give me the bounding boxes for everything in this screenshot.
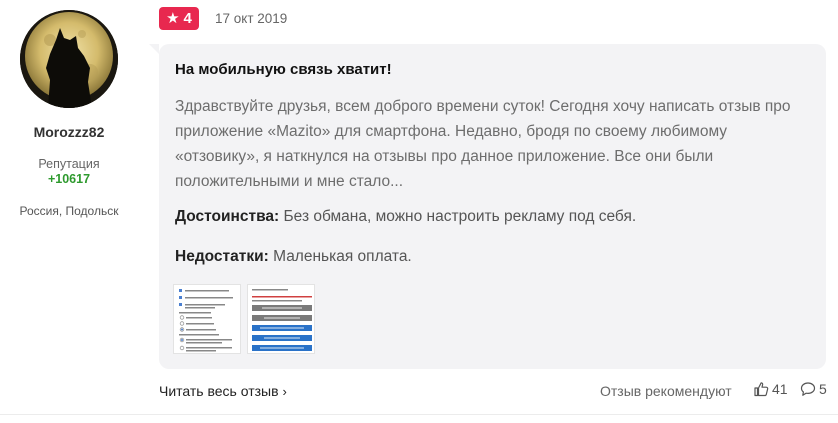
review-cons: Недостатки: Маленькая оплата. xyxy=(175,248,805,266)
cons-label: Недостатки: xyxy=(175,248,269,265)
review-pros: Достоинства: Без обмана, можно настроить… xyxy=(175,208,805,226)
divider xyxy=(0,414,838,415)
reputation-label: Репутация xyxy=(38,157,100,171)
review-photo-thumbnail[interactable] xyxy=(247,284,315,354)
review-excerpt: Здравствуйте друзья, всем доброго времен… xyxy=(175,98,791,190)
review-title[interactable]: На мобильную связь хватит! xyxy=(175,61,392,78)
author-name[interactable]: Morozzz82 xyxy=(0,124,138,140)
author-location: Россия, Подольск xyxy=(19,204,119,218)
avatar[interactable] xyxy=(20,10,118,108)
review-card: На мобильную связь хватит! Здравствуйте … xyxy=(149,44,826,369)
recommend-label: Отзыв рекомендуют xyxy=(600,383,732,399)
speech-bubble-icon xyxy=(800,382,816,396)
review-date: 17 окт 2019 xyxy=(215,11,288,26)
like-button[interactable]: 41 xyxy=(753,381,788,397)
thumbs-up-icon xyxy=(754,382,769,397)
settings-screenshot-image xyxy=(174,285,240,353)
chevron-right-icon: › xyxy=(282,384,287,399)
review-photo-thumbnail[interactable] xyxy=(173,284,241,354)
rating-badge: ★ 4 xyxy=(159,7,199,30)
reputation-value: +10617 xyxy=(47,172,91,186)
pros-text: Без обмана, можно настроить рекламу под … xyxy=(279,208,637,225)
pros-label: Достоинства: xyxy=(175,208,280,225)
comments-count: 5 xyxy=(819,381,827,397)
star-icon: ★ xyxy=(166,10,180,27)
likes-count: 41 xyxy=(772,381,788,397)
read-more-label: Читать весь отзыв xyxy=(159,383,279,399)
app-screenshot-image xyxy=(248,285,314,353)
cons-text: Маленькая оплата. xyxy=(268,248,412,265)
avatar-image xyxy=(20,10,118,108)
rating-value: 4 xyxy=(183,10,192,27)
read-full-review-link[interactable]: Читать весь отзыв › xyxy=(159,383,287,399)
comments-button[interactable]: 5 xyxy=(800,381,827,397)
